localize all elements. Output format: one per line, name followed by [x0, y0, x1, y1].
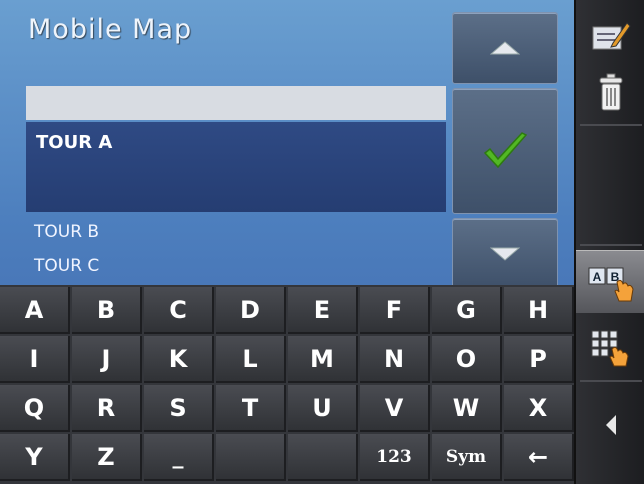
key-O[interactable]: O [432, 336, 502, 383]
svg-text:A: A [593, 270, 602, 284]
down-arrow-icon [490, 247, 520, 261]
key-V[interactable]: V [360, 385, 430, 432]
key-E[interactable]: E [288, 287, 358, 334]
key-H[interactable]: H [504, 287, 574, 334]
right-toolbar: A B [574, 0, 644, 484]
key-Q[interactable]: Q [0, 385, 70, 432]
edit-button[interactable] [576, 14, 644, 58]
key-W[interactable]: W [432, 385, 502, 432]
checkmark-icon [483, 132, 528, 169]
keyboard-abc-button[interactable]: A B [576, 250, 644, 313]
keypad-button[interactable] [576, 322, 644, 372]
backspace-key[interactable]: ← [504, 434, 574, 481]
symbols-key[interactable]: Sym [432, 434, 502, 481]
key-S[interactable]: S [144, 385, 214, 432]
on-screen-keyboard: A B C D E F G H I J K L M N O P Q R S T U V W X Y Z _ 123 Sym ← [0, 285, 574, 484]
key-X[interactable]: X [504, 385, 574, 432]
key-A[interactable]: A [0, 287, 70, 334]
key-C[interactable]: C [144, 287, 214, 334]
key-Z[interactable]: Z [72, 434, 142, 481]
mobile-map-screen: Mobile Map TOUR A TOUR B TOUR C ABCDEFGH… [0, 0, 644, 484]
key-I[interactable]: I [0, 336, 70, 383]
keyboard-abc-icon-wrap: A B [576, 259, 644, 305]
keyboard-abc-icon: A B [588, 267, 634, 302]
edit-icon [592, 22, 631, 50]
up-arrow-icon [490, 41, 520, 55]
numbers-key[interactable]: 123 [360, 434, 430, 481]
key-G[interactable]: G [432, 287, 502, 334]
key-Y[interactable]: Y [0, 434, 70, 481]
key-L[interactable]: L [216, 336, 286, 383]
trash-icon [599, 73, 623, 111]
key-F[interactable]: F [360, 287, 430, 334]
key-P[interactable]: P [504, 336, 574, 383]
list-item[interactable]: TOUR B [34, 222, 99, 242]
page-title: Mobile Map [28, 14, 193, 45]
key-J[interactable]: J [72, 336, 142, 383]
key-T[interactable]: T [216, 385, 286, 432]
scroll-down-button[interactable] [452, 218, 558, 290]
keypad-icon [591, 330, 629, 367]
back-button[interactable] [576, 395, 644, 455]
back-icon [606, 415, 616, 435]
key-D[interactable]: D [216, 287, 286, 334]
key-blank [288, 434, 358, 481]
key-K[interactable]: K [144, 336, 214, 383]
search-input[interactable] [26, 86, 446, 120]
key-M[interactable]: M [288, 336, 358, 383]
list-item-selected[interactable]: TOUR A [26, 122, 446, 212]
key-blank [216, 434, 286, 481]
delete-button[interactable] [576, 66, 644, 120]
confirm-button[interactable] [452, 88, 558, 214]
key-N[interactable]: N [360, 336, 430, 383]
key-R[interactable]: R [72, 385, 142, 432]
key-B[interactable]: B [72, 287, 142, 334]
list-item[interactable]: TOUR C [34, 256, 99, 276]
key-U[interactable]: U [288, 385, 358, 432]
list-item-label: TOUR A [36, 132, 113, 153]
space-key[interactable]: _ [144, 434, 214, 481]
scroll-up-button[interactable] [452, 12, 558, 84]
